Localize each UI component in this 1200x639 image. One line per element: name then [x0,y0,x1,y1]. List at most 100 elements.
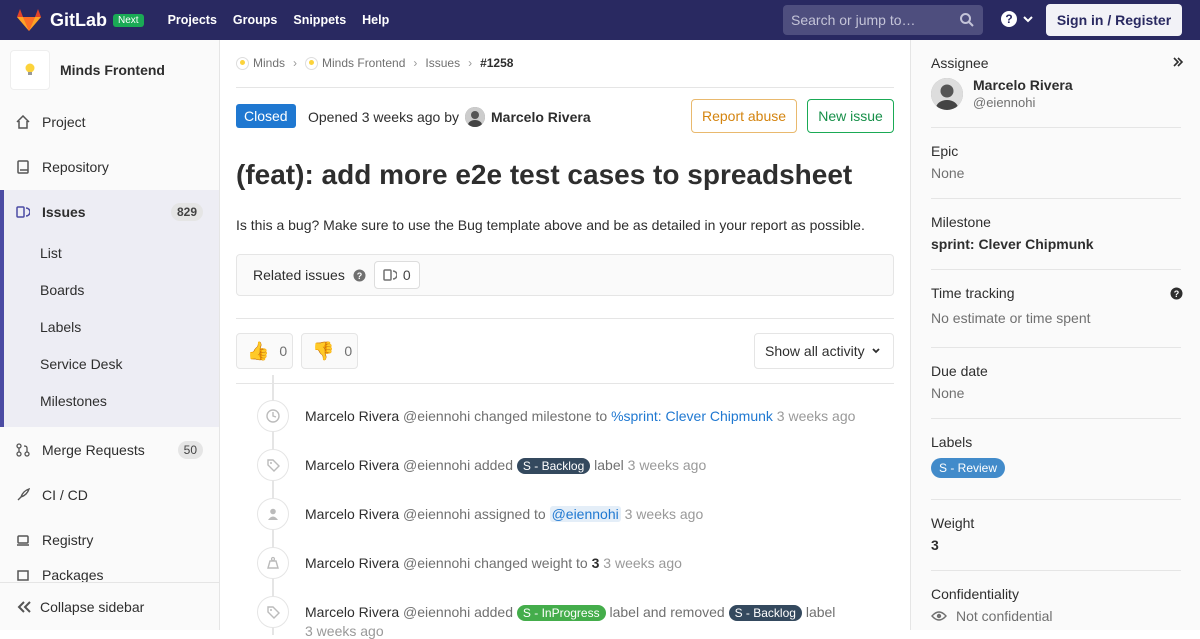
sidebar-item-repository[interactable]: Repository [0,147,219,187]
timeline-event: Marcelo Rivera @eiennohi added S - InPro… [236,596,894,639]
assignee-username[interactable]: @eiennohi [973,95,1073,110]
label-badge[interactable]: S - Backlog [516,458,591,474]
question-icon: ? [1001,11,1017,27]
event-time: 3 weeks ago [305,623,384,639]
gitlab-tanuki-icon [17,9,41,31]
weight-value: 3 [591,555,600,571]
epic-value: None [931,165,965,181]
sidebar-item-label: Repository [42,159,109,175]
label-badge[interactable]: S - Review [931,458,1006,478]
sidebar-sub-milestones[interactable]: Milestones [40,393,107,409]
assignee-avatar[interactable] [931,77,963,110]
sidebar-item-label: CI / CD [42,487,88,503]
collapse-sidebar-button[interactable]: Collapse sidebar [0,582,219,630]
tag-icon [257,449,289,481]
sidebar-sub-labels[interactable]: Labels [40,319,81,335]
event-action: changed milestone to [474,408,608,424]
sidebar-item-label: Registry [42,532,94,548]
sidebar-item-ci-cd[interactable]: CI / CD [0,475,219,515]
sidebar-sub-boards[interactable]: Boards [40,282,84,298]
merge-requests-count-badge: 50 [177,441,203,459]
confidentiality-section: Confidentiality Not confidential [931,586,1181,624]
event-author[interactable]: Marcelo Rivera [305,408,399,424]
lightbulb-icon [25,63,35,75]
event-action-mid: label and removed [609,604,725,620]
home-icon [16,115,32,129]
weight-icon [257,547,289,579]
event-time: 3 weeks ago [776,408,856,424]
search-icon [960,13,974,27]
milestone-heading: Milestone [931,214,991,230]
milestone-link[interactable]: %sprint: Clever Chipmunk [611,408,773,424]
sidebar-item-merge-requests[interactable]: Merge Requests 50 [0,430,219,470]
left-sidebar: Minds Frontend Project Repository Issues… [0,40,220,630]
weight-section: Weight 3 [931,515,1181,553]
help-circle-icon[interactable]: ? [1170,287,1183,300]
divider [931,127,1181,128]
event-handle[interactable]: @eiennohi [403,408,470,424]
confidentiality-status: Not confidential [931,608,1181,624]
milestone-section: Milestone sprint: Clever Chipmunk [931,214,1181,252]
event-author[interactable]: Marcelo Rivera [305,457,399,473]
due-date-heading: Due date [931,363,988,379]
sidebar-sub-service-desk[interactable]: Service Desk [40,356,122,372]
event-action-suffix: label [594,457,624,473]
timeline-event: Marcelo Rivera @eiennohi changed weight … [236,547,894,587]
label-badge[interactable]: S - InProgress [516,605,606,621]
rocket-icon [16,488,32,502]
event-handle[interactable]: @eiennohi [403,555,470,571]
event-handle[interactable]: @eiennohi [403,506,470,522]
timeline-event: Marcelo Rivera @eiennohi changed milesto… [236,400,894,440]
merge-request-icon [16,443,32,457]
confidentiality-heading: Confidentiality [931,586,1019,602]
sidebar-item-issues[interactable]: Issues 829 [0,192,219,232]
confidentiality-value: Not confidential [956,608,1053,624]
event-handle[interactable]: @eiennohi [403,604,470,620]
event-handle[interactable]: @eiennohi [403,457,470,473]
epic-section: Epic None [931,143,1181,181]
svg-text:?: ? [1174,289,1180,299]
nav-projects[interactable]: Projects [168,13,217,27]
help-dropdown[interactable]: ? [1000,10,1034,28]
divider [931,499,1181,500]
event-author[interactable]: Marcelo Rivera [305,604,399,620]
weight-value: 3 [931,537,939,553]
label-badge[interactable]: S - Backlog [728,605,802,621]
time-tracking-heading: Time tracking [931,285,1015,301]
due-date-section: Due date None [931,363,1181,401]
double-chevron-left-icon [17,600,31,613]
due-date-value: None [931,385,965,401]
user-mention[interactable]: @eiennohi [549,506,621,522]
sidebar-item-project[interactable]: Project [0,102,219,142]
right-sidebar: Assignee Marcelo Rivera @eiennohi Epic N… [910,40,1200,630]
clock-icon [257,400,289,432]
divider [931,198,1181,199]
eye-icon [931,611,947,621]
gitlab-logo[interactable]: GitLab Next [16,8,144,32]
user-icon [257,498,289,530]
timeline-event: Marcelo Rivera @eiennohi assigned to @ei… [236,498,894,538]
sidebar-item-label: Packages [42,567,104,583]
milestone-value[interactable]: sprint: Clever Chipmunk [931,236,1181,252]
next-badge[interactable]: Next [113,13,144,27]
collapse-sidebar-label: Collapse sidebar [40,598,145,615]
event-time: 3 weeks ago [603,555,682,571]
tag-icon [257,596,289,628]
divider [931,570,1181,571]
divider [931,418,1181,419]
event-author[interactable]: Marcelo Rivera [305,506,399,522]
event-action: added [474,457,514,473]
svg-text:?: ? [1005,12,1012,26]
event-author[interactable]: Marcelo Rivera [305,555,399,571]
event-action: changed weight to [474,555,588,571]
time-tracking-value: No estimate or time spent [931,310,1091,326]
project-header[interactable]: Minds Frontend [0,40,219,100]
sign-in-button[interactable]: Sign in / Register [1046,4,1182,36]
book-icon [16,160,32,174]
sidebar-item-registry[interactable]: Registry [0,520,219,560]
assignee-name[interactable]: Marcelo Rivera [973,77,1073,93]
sidebar-sub-list[interactable]: List [40,245,62,261]
event-action-suffix: label [805,604,836,620]
issues-icon [16,205,32,219]
event-action: added [474,604,514,620]
